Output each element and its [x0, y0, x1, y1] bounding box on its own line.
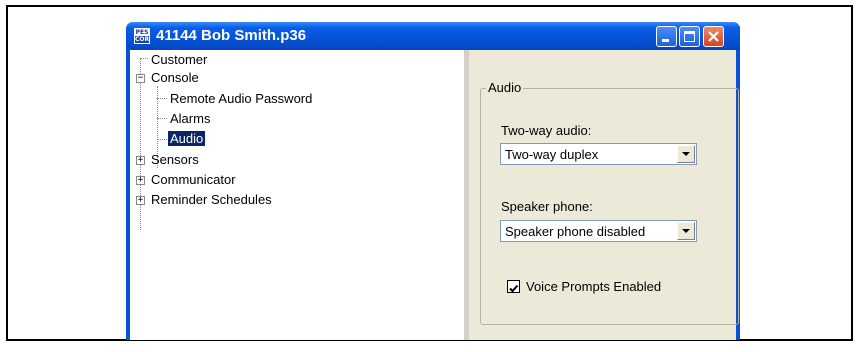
tree-line: [157, 98, 167, 99]
close-icon: [708, 31, 719, 42]
maximize-icon: [684, 31, 695, 42]
app-window: PES COR 41144 Bob Smith.p36 Customer − C…: [126, 22, 740, 340]
tree-item-audio[interactable]: Audio: [168, 131, 206, 146]
checkmark-icon: [509, 284, 519, 293]
title-bar[interactable]: PES COR 41144 Bob Smith.p36: [126, 22, 740, 50]
minimize-button[interactable]: [656, 26, 677, 47]
collapse-icon[interactable]: −: [136, 74, 145, 83]
tree-line: [157, 139, 167, 140]
two-way-audio-value: Two-way duplex: [505, 147, 599, 162]
settings-tree[interactable]: Customer − Console Remote Audio Password…: [130, 50, 465, 340]
window-title: 41144 Bob Smith.p36: [156, 27, 307, 44]
minimize-icon: [662, 39, 669, 42]
window-body: Customer − Console Remote Audio Password…: [130, 50, 739, 340]
chevron-down-icon[interactable]: [677, 145, 695, 163]
voice-prompts-label[interactable]: Voice Prompts Enabled: [526, 279, 661, 294]
maximize-button[interactable]: [679, 26, 700, 47]
tree-line: [157, 118, 167, 119]
close-button[interactable]: [703, 26, 724, 47]
voice-prompts-checkbox[interactable]: [507, 280, 520, 293]
app-icon-text-bottom: COR: [135, 36, 150, 43]
tree-item-reminder-schedules[interactable]: Reminder Schedules: [151, 192, 272, 207]
app-icon: PES COR: [134, 28, 150, 44]
tree-item-remote-audio-password[interactable]: Remote Audio Password: [170, 91, 312, 106]
speaker-phone-label: Speaker phone:: [501, 199, 593, 214]
pane-splitter[interactable]: [463, 50, 469, 340]
app-icon-text-top: PES: [135, 29, 149, 36]
two-way-audio-select[interactable]: Two-way duplex: [500, 143, 697, 165]
chevron-down-icon[interactable]: [677, 222, 695, 240]
tree-line: [140, 58, 148, 59]
tree-item-alarms[interactable]: Alarms: [170, 111, 210, 126]
tree-item-communicator[interactable]: Communicator: [151, 172, 236, 187]
tree-item-sensors[interactable]: Sensors: [151, 152, 199, 167]
speaker-phone-select[interactable]: Speaker phone disabled: [500, 220, 697, 242]
expand-icon[interactable]: +: [136, 196, 145, 205]
audio-group-label: Audio: [486, 80, 524, 95]
two-way-audio-label: Two-way audio:: [501, 123, 592, 138]
speaker-phone-value: Speaker phone disabled: [505, 224, 646, 239]
tree-item-customer[interactable]: Customer: [151, 52, 207, 67]
expand-icon[interactable]: +: [136, 176, 145, 185]
expand-icon[interactable]: +: [136, 156, 145, 165]
tree-item-console[interactable]: Console: [151, 70, 199, 85]
